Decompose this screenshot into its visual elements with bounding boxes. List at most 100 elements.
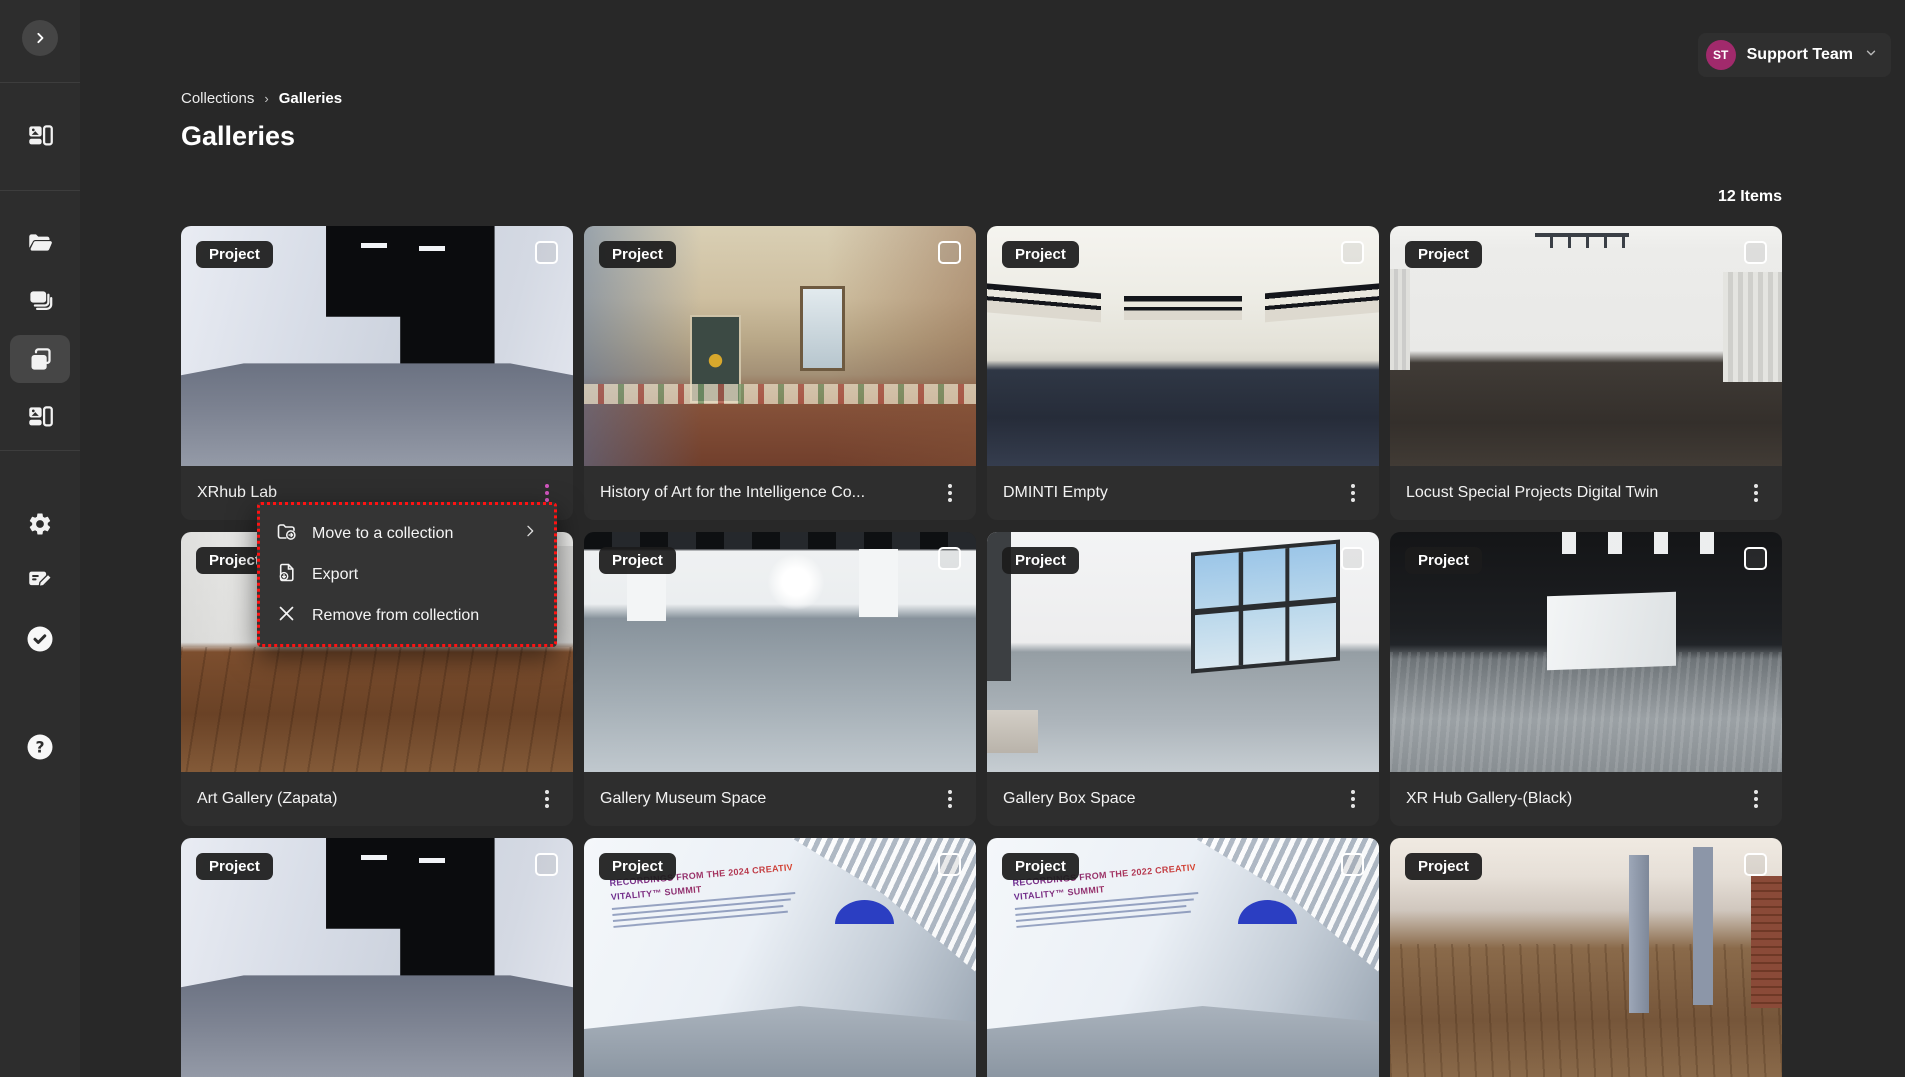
user-menu-button[interactable]: ST Support Team xyxy=(1698,33,1891,77)
card-titlebar: DMINTI Empty xyxy=(987,466,1379,520)
select-checkbox[interactable] xyxy=(938,547,961,570)
gallery-thumbnail[interactable]: Project xyxy=(1390,532,1782,772)
gallery-card[interactable]: Project xyxy=(181,838,573,1077)
menu-item-move-to-collection[interactable]: Move to a collection xyxy=(260,513,554,554)
gallery-card[interactable]: Project XRhub Lab xyxy=(181,226,573,520)
sidebar-item-spaces[interactable] xyxy=(12,112,68,160)
gallery-thumbnail[interactable]: Project xyxy=(181,838,573,1077)
select-checkbox[interactable] xyxy=(938,241,961,264)
select-checkbox[interactable] xyxy=(535,853,558,876)
gallery-card[interactable]: Project Gallery Museum Space xyxy=(584,532,976,826)
export-icon xyxy=(276,562,297,588)
gallery-card[interactable]: Project XR Hub Gallery-(Black) xyxy=(1390,532,1782,826)
card-titlebar: Locust Special Projects Digital Twin xyxy=(1390,466,1782,520)
gallery-card[interactable]: Project Locust Special Projects Digital … xyxy=(1390,226,1782,520)
check-circle-icon xyxy=(25,624,55,654)
sidebar-divider xyxy=(0,190,80,191)
galleries-copy-icon xyxy=(27,346,54,373)
sidebar-item-settings[interactable] xyxy=(12,500,68,548)
gallery-thumbnail[interactable]: Project xyxy=(584,532,976,772)
sidebar-item-help[interactable]: ? xyxy=(12,723,68,771)
gallery-thumbnail[interactable]: Project RECORDINGS FROM THE 2024 CREATIV… xyxy=(584,838,976,1077)
menu-item-remove-from-collection[interactable]: Remove from collection xyxy=(260,595,554,636)
kebab-menu-icon[interactable] xyxy=(940,478,960,508)
select-checkbox[interactable] xyxy=(1341,853,1364,876)
select-checkbox[interactable] xyxy=(1744,241,1767,264)
project-badge: Project xyxy=(599,547,676,574)
items-count: 12 Items xyxy=(181,188,1782,206)
thumbnail-art xyxy=(768,554,824,610)
menu-item-label: Move to a collection xyxy=(312,525,453,543)
project-badge: Project xyxy=(196,241,273,268)
gallery-card[interactable]: Project xyxy=(1390,838,1782,1077)
gallery-card[interactable]: Project DMINTI Empty xyxy=(987,226,1379,520)
kebab-menu-icon[interactable] xyxy=(940,784,960,814)
avatar: ST xyxy=(1706,40,1736,70)
kebab-menu-icon[interactable] xyxy=(537,784,557,814)
project-badge: Project xyxy=(1405,241,1482,268)
gallery-thumbnail[interactable]: Project xyxy=(181,226,573,466)
kebab-menu-icon[interactable] xyxy=(1746,478,1766,508)
select-checkbox[interactable] xyxy=(1744,547,1767,570)
sidebar-item-messages[interactable] xyxy=(12,555,68,603)
user-name: Support Team xyxy=(1747,46,1853,64)
breadcrumb-galleries: Galleries xyxy=(279,90,342,107)
card-title: Locust Special Projects Digital Twin xyxy=(1406,484,1658,502)
chevron-right-icon xyxy=(22,20,58,56)
kebab-menu-icon[interactable] xyxy=(1343,478,1363,508)
project-badge: Project xyxy=(599,241,676,268)
breadcrumb-separator-icon: › xyxy=(264,91,268,106)
gallery-thumbnail[interactable]: Project xyxy=(584,226,976,466)
project-badge: Project xyxy=(1405,547,1482,574)
card-titlebar: Art Gallery (Zapata) xyxy=(181,772,573,826)
sidebar-expand-button[interactable] xyxy=(12,14,68,62)
menu-item-export[interactable]: Export xyxy=(260,554,554,595)
select-checkbox[interactable] xyxy=(938,853,961,876)
card-title: Gallery Box Space xyxy=(1003,790,1136,808)
sidebar-item-collections[interactable] xyxy=(12,277,68,325)
gallery-card[interactable]: Project History of Art for the Intellige… xyxy=(584,226,976,520)
card-titlebar: XR Hub Gallery-(Black) xyxy=(1390,772,1782,826)
kebab-menu-icon[interactable] xyxy=(1746,784,1766,814)
submenu-chevron-icon xyxy=(522,523,538,544)
kebab-menu-icon[interactable] xyxy=(1343,784,1363,814)
card-title: History of Art for the Intelligence Co..… xyxy=(600,484,865,502)
gallery-thumbnail[interactable]: Project RECORDINGS FROM THE 2022 CREATIV… xyxy=(987,838,1379,1077)
card-title: Art Gallery (Zapata) xyxy=(197,790,337,808)
sidebar-item-tasks[interactable] xyxy=(12,615,68,663)
gear-icon xyxy=(27,511,53,537)
gallery-card[interactable]: Project Gallery Box Space xyxy=(987,532,1379,826)
gallery-thumbnail[interactable]: Project xyxy=(1390,838,1782,1077)
thumbnail-art xyxy=(835,900,894,924)
select-checkbox[interactable] xyxy=(1341,547,1364,570)
thumbnail-art xyxy=(361,243,387,248)
gallery-thumbnail[interactable]: Project xyxy=(1390,226,1782,466)
breadcrumb-collections[interactable]: Collections xyxy=(181,90,254,107)
sidebar-item-boards[interactable] xyxy=(12,393,68,441)
select-checkbox[interactable] xyxy=(535,241,558,264)
gallery-thumbnail[interactable]: Project xyxy=(987,226,1379,466)
remove-x-icon xyxy=(276,603,297,629)
project-badge: Project xyxy=(599,853,676,880)
select-checkbox[interactable] xyxy=(1744,853,1767,876)
sidebar-item-galleries-selected[interactable] xyxy=(10,335,70,383)
sidebar-item-folders[interactable] xyxy=(12,220,68,268)
move-to-collection-icon xyxy=(276,521,297,547)
card-titlebar: Gallery Museum Space xyxy=(584,772,976,826)
page-title: Galleries xyxy=(181,121,295,152)
gallery-thumbnail[interactable]: Project xyxy=(987,532,1379,772)
chevron-down-icon xyxy=(1864,46,1878,65)
spaces-icon xyxy=(27,123,54,150)
sidebar-divider xyxy=(0,82,80,83)
card-titlebar: History of Art for the Intelligence Co..… xyxy=(584,466,976,520)
menu-item-label: Remove from collection xyxy=(312,607,479,625)
sidebar-divider xyxy=(0,450,80,451)
project-badge: Project xyxy=(196,853,273,880)
thumbnail-art xyxy=(584,384,976,403)
select-checkbox[interactable] xyxy=(1341,241,1364,264)
gallery-card[interactable]: Project RECORDINGS FROM THE 2024 CREATIV… xyxy=(584,838,976,1077)
folder-open-icon xyxy=(27,231,54,258)
help-icon: ? xyxy=(25,732,55,762)
gallery-card[interactable]: Project RECORDINGS FROM THE 2022 CREATIV… xyxy=(987,838,1379,1077)
card-titlebar: Gallery Box Space xyxy=(987,772,1379,826)
